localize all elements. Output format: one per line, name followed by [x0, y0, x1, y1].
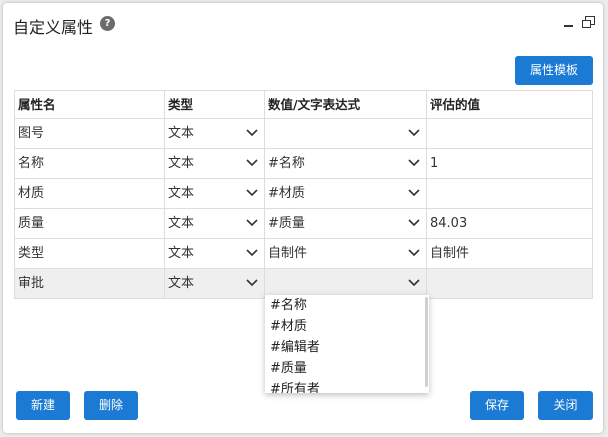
expression-select[interactable]: #材质 [265, 179, 427, 208]
type-select[interactable]: 文本 [165, 239, 265, 268]
chevron-down-icon [408, 249, 420, 257]
chevron-down-icon [246, 219, 258, 227]
evaluated-value-cell [427, 179, 593, 208]
evaluated-value-cell: 自制件 [427, 239, 593, 268]
header-evaluated-value: 评估的值 [427, 91, 593, 118]
chevron-down-icon [408, 279, 420, 287]
evaluated-value-cell [427, 269, 593, 298]
evaluated-value-cell: 84.03 [427, 209, 593, 238]
expression-select[interactable]: #名称 [265, 149, 427, 178]
restore-window-icon[interactable] [582, 16, 595, 28]
save-button[interactable]: 保存 [470, 391, 524, 420]
expression-select[interactable]: #质量 [265, 209, 427, 238]
chevron-down-icon [408, 219, 420, 227]
chevron-down-icon [246, 249, 258, 257]
close-button[interactable]: 关闭 [538, 391, 593, 420]
header-expression: 数值/文字表达式 [265, 91, 427, 118]
table-row[interactable]: 材质 文本 #材质 [15, 179, 593, 209]
dropdown-option[interactable]: #名称 [265, 295, 429, 316]
property-name-cell[interactable]: 审批 [15, 269, 165, 298]
property-name-cell[interactable]: 材质 [15, 179, 165, 208]
type-select[interactable]: 文本 [165, 149, 265, 178]
chevron-down-icon [246, 279, 258, 287]
chevron-down-icon [246, 189, 258, 197]
delete-button[interactable]: 删除 [84, 391, 138, 420]
property-name-cell[interactable]: 图号 [15, 119, 165, 148]
expression-select[interactable]: 自制件 [265, 239, 427, 268]
type-select[interactable]: 文本 [165, 119, 265, 148]
type-select[interactable]: 文本 [165, 209, 265, 238]
dropdown-scrollbar[interactable] [425, 297, 428, 387]
chevron-down-icon [408, 159, 420, 167]
header-type: 类型 [165, 91, 265, 118]
custom-properties-dialog: 自定义属性 ? 属性模板 属性名 类型 数值/文字表达式 评估的值 图号 文本 名称… [3, 3, 603, 433]
chevron-down-icon [246, 129, 258, 137]
evaluated-value-cell: 1 [427, 149, 593, 178]
header-property-name: 属性名 [15, 91, 165, 118]
dropdown-option[interactable]: #编辑者 [265, 337, 429, 358]
properties-table: 属性名 类型 数值/文字表达式 评估的值 图号 文本 名称 文本 #名称 1 材质 文本 #材质… [14, 90, 593, 299]
new-button[interactable]: 新建 [16, 391, 70, 420]
property-name-cell[interactable]: 名称 [15, 149, 165, 178]
table-row[interactable]: 图号 文本 [15, 119, 593, 149]
dropdown-option[interactable]: #所有者 [265, 379, 429, 393]
help-icon[interactable]: ? [100, 16, 115, 31]
dialog-title: 自定义属性 [13, 18, 94, 37]
property-name-cell[interactable]: 类型 [15, 239, 165, 268]
dropdown-option[interactable]: #质量 [265, 358, 429, 379]
dropdown-option[interactable]: #材质 [265, 316, 429, 337]
expression-select[interactable] [265, 269, 427, 298]
type-select[interactable]: 文本 [165, 179, 265, 208]
expression-dropdown-list[interactable]: #名称 #材质 #编辑者 #质量 #所有者 [265, 295, 429, 393]
minimize-icon[interactable] [564, 25, 573, 27]
chevron-down-icon [408, 189, 420, 197]
table-row[interactable]: 类型 文本 自制件 自制件 [15, 239, 593, 269]
expression-select[interactable] [265, 119, 427, 148]
property-template-button[interactable]: 属性模板 [515, 56, 593, 85]
chevron-down-icon [246, 159, 258, 167]
table-header-row: 属性名 类型 数值/文字表达式 评估的值 [15, 91, 593, 119]
property-name-cell[interactable]: 质量 [15, 209, 165, 238]
chevron-down-icon [408, 129, 420, 137]
type-select[interactable]: 文本 [165, 269, 265, 298]
table-row[interactable]: 质量 文本 #质量 84.03 [15, 209, 593, 239]
table-row[interactable]: 名称 文本 #名称 1 [15, 149, 593, 179]
evaluated-value-cell [427, 119, 593, 148]
